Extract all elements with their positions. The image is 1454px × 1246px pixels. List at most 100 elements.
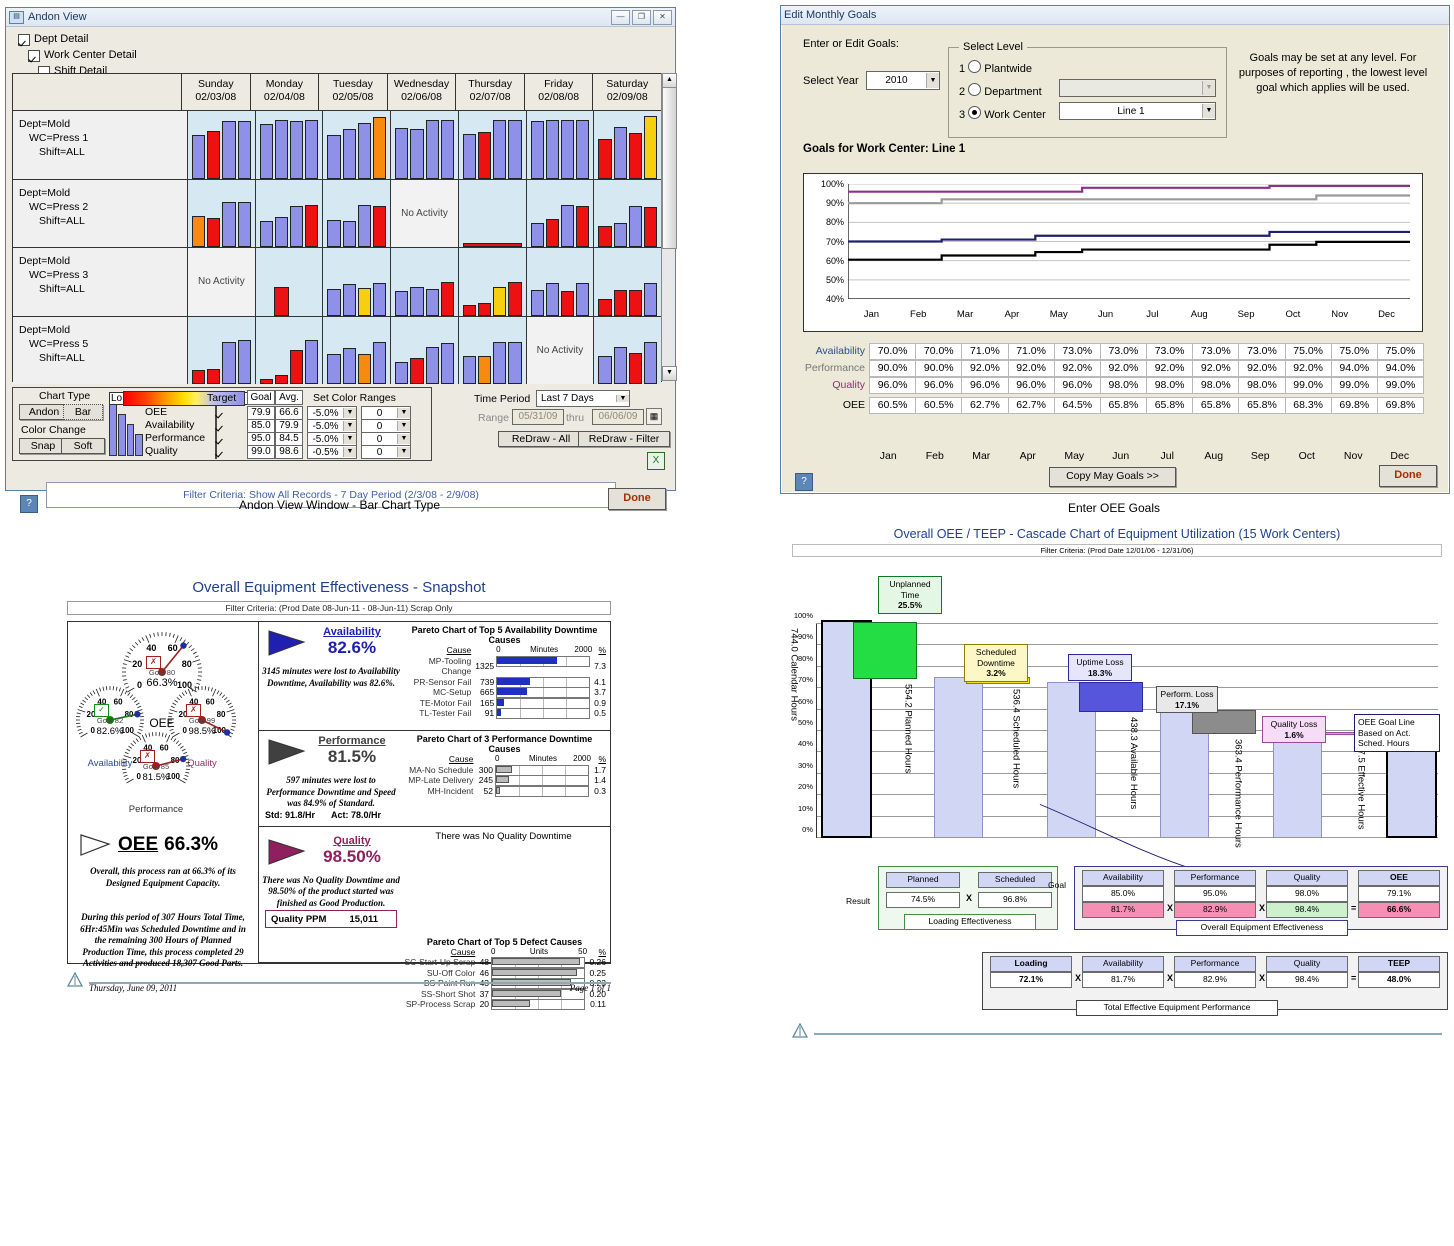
chevron-down-icon[interactable]: ▼ bbox=[343, 408, 356, 418]
goal-cell[interactable]: 94.0% bbox=[1377, 360, 1424, 377]
metric-range-2[interactable]: 0▼ bbox=[361, 432, 411, 446]
chevron-down-icon[interactable]: ▼ bbox=[343, 434, 356, 444]
goal-cell[interactable]: 71.0% bbox=[1008, 343, 1055, 360]
goal-cell[interactable]: 92.0% bbox=[1054, 360, 1101, 377]
goal-cell[interactable]: 60.5% bbox=[869, 397, 916, 414]
goal-cell[interactable]: 90.0% bbox=[869, 360, 916, 377]
level-1-row[interactable]: 1 Plantwide bbox=[959, 60, 1032, 75]
metric-target-checkbox[interactable] bbox=[215, 406, 217, 420]
chevron-down-icon[interactable]: ▼ bbox=[1202, 104, 1215, 118]
bar-chart-type-button[interactable]: Bar bbox=[63, 404, 103, 420]
copy-may-goals-button[interactable]: Copy May Goals >> bbox=[1049, 467, 1176, 487]
andon-cell[interactable] bbox=[188, 180, 256, 248]
work-center-combo[interactable]: Line 1 ▼ bbox=[1059, 102, 1216, 120]
andon-cell[interactable] bbox=[391, 317, 459, 385]
select-year-combo[interactable]: 2010 ▼ bbox=[866, 71, 940, 90]
chevron-down-icon[interactable]: ▼ bbox=[397, 434, 410, 444]
help-button[interactable]: ? bbox=[795, 473, 813, 491]
scroll-down-button[interactable]: ▼ bbox=[662, 366, 677, 381]
goal-cell[interactable]: 98.0% bbox=[1238, 377, 1285, 394]
chevron-down-icon[interactable]: ▼ bbox=[343, 421, 356, 431]
andon-chart-type-button[interactable]: Andon bbox=[19, 404, 69, 420]
goal-cell[interactable]: 62.7% bbox=[961, 397, 1008, 414]
goal-cell[interactable]: 65.8% bbox=[1192, 397, 1239, 414]
goal-cell[interactable]: 73.0% bbox=[1146, 343, 1193, 360]
andon-cell[interactable] bbox=[527, 180, 595, 248]
andon-cell[interactable] bbox=[391, 248, 459, 316]
goal-cell[interactable]: 68.3% bbox=[1285, 397, 1332, 414]
andon-cell[interactable] bbox=[594, 111, 661, 179]
goal-cell[interactable]: 60.5% bbox=[915, 397, 962, 414]
goal-cell[interactable]: 92.0% bbox=[1100, 360, 1147, 377]
work-center-radio[interactable] bbox=[968, 106, 981, 119]
metric-goal[interactable]: 85.0 bbox=[247, 419, 275, 433]
chevron-down-icon[interactable]: ▼ bbox=[1202, 81, 1215, 95]
andon-cell[interactable] bbox=[323, 111, 391, 179]
chevron-down-icon[interactable]: ▼ bbox=[397, 408, 410, 418]
andon-cell[interactable] bbox=[594, 317, 661, 385]
andon-cell[interactable] bbox=[256, 317, 324, 385]
andon-cell[interactable] bbox=[323, 180, 391, 248]
goal-cell[interactable]: 65.8% bbox=[1238, 397, 1285, 414]
andon-cell[interactable] bbox=[256, 248, 324, 316]
goal-cell[interactable]: 73.0% bbox=[1054, 343, 1101, 360]
chevron-down-icon[interactable]: ▼ bbox=[343, 447, 356, 457]
andon-cell[interactable] bbox=[459, 248, 527, 316]
metric-range-2[interactable]: 0▼ bbox=[361, 445, 411, 459]
work-center-detail-checkbox[interactable]: Work Center Detail bbox=[28, 49, 137, 62]
goal-cell[interactable]: 96.0% bbox=[961, 377, 1008, 394]
goals-done-button[interactable]: Done bbox=[1379, 465, 1437, 487]
metric-range-1[interactable]: -5.0%▼ bbox=[307, 432, 357, 446]
level-3-row[interactable]: 3 Work Center bbox=[959, 106, 1046, 121]
goal-cell[interactable]: 73.0% bbox=[1100, 343, 1147, 360]
soft-color-button[interactable]: Soft bbox=[61, 438, 105, 454]
goal-cell[interactable]: 99.0% bbox=[1285, 377, 1332, 394]
plantwide-radio[interactable] bbox=[968, 60, 981, 73]
metric-target-checkbox[interactable] bbox=[215, 445, 217, 459]
goal-cell[interactable]: 96.0% bbox=[915, 377, 962, 394]
goal-cell[interactable]: 64.5% bbox=[1054, 397, 1101, 414]
metric-range-1[interactable]: -0.5%▼ bbox=[307, 445, 357, 459]
goal-cell[interactable]: 65.8% bbox=[1100, 397, 1147, 414]
minimize-button[interactable]: — bbox=[611, 10, 630, 25]
time-period-select[interactable]: Last 7 Days▼ bbox=[536, 390, 630, 407]
metric-goal[interactable]: 99.0 bbox=[247, 445, 275, 459]
goal-cell[interactable]: 65.8% bbox=[1146, 397, 1193, 414]
andon-vertical-scrollbar[interactable]: ▲ ▼ bbox=[661, 73, 675, 381]
andon-cell[interactable] bbox=[188, 317, 256, 385]
snap-color-button[interactable]: Snap bbox=[19, 438, 67, 454]
andon-cell[interactable] bbox=[391, 111, 459, 179]
andon-view-window[interactable]: ▤ Andon View — ❐ ✕ Dept Detail Work Cent… bbox=[5, 7, 676, 491]
goal-cell[interactable]: 70.0% bbox=[869, 343, 916, 360]
goal-cell[interactable]: 92.0% bbox=[1238, 360, 1285, 377]
edit-monthly-goals-window[interactable]: Edit Monthly Goals Enter or Edit Goals: … bbox=[780, 5, 1450, 494]
goal-cell[interactable]: 98.0% bbox=[1146, 377, 1193, 394]
goal-cell[interactable]: 75.0% bbox=[1377, 343, 1424, 360]
goal-cell[interactable]: 92.0% bbox=[961, 360, 1008, 377]
metric-goal[interactable]: 79.9 bbox=[247, 406, 275, 420]
goal-cell[interactable]: 73.0% bbox=[1238, 343, 1285, 360]
close-button[interactable]: ✕ bbox=[653, 10, 672, 25]
andon-cell[interactable] bbox=[459, 111, 527, 179]
goal-cell[interactable]: 96.0% bbox=[869, 377, 916, 394]
chevron-down-icon[interactable]: ▼ bbox=[616, 395, 629, 402]
andon-cell[interactable] bbox=[594, 180, 661, 248]
redraw-all-button[interactable]: ReDraw - All bbox=[498, 431, 584, 447]
scroll-up-button[interactable]: ▲ bbox=[662, 73, 677, 88]
goal-cell[interactable]: 73.0% bbox=[1192, 343, 1239, 360]
chevron-down-icon[interactable]: ▼ bbox=[397, 447, 410, 457]
export-excel-icon[interactable]: X bbox=[647, 452, 665, 470]
andon-cell[interactable] bbox=[256, 111, 324, 179]
andon-cell[interactable] bbox=[323, 248, 391, 316]
metric-range-2[interactable]: 0▼ bbox=[361, 419, 411, 433]
goal-cell[interactable]: 70.0% bbox=[915, 343, 962, 360]
dept-detail-box[interactable] bbox=[18, 34, 30, 46]
goal-cell[interactable]: 98.0% bbox=[1192, 377, 1239, 394]
metric-range-1[interactable]: -5.0%▼ bbox=[307, 419, 357, 433]
goal-cell[interactable]: 94.0% bbox=[1331, 360, 1378, 377]
goal-cell[interactable]: 69.8% bbox=[1331, 397, 1378, 414]
metric-goal[interactable]: 95.0 bbox=[247, 432, 275, 446]
goal-cell[interactable]: 92.0% bbox=[1285, 360, 1332, 377]
chevron-down-icon[interactable]: ▼ bbox=[397, 421, 410, 431]
goal-cell[interactable]: 99.0% bbox=[1377, 377, 1424, 394]
